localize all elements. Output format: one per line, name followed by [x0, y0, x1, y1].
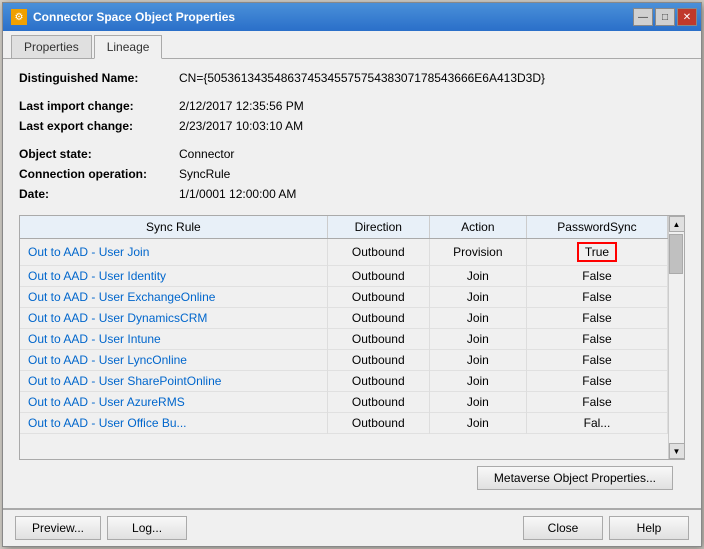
distinguished-name-row: Distinguished Name: CN={5053613435486374…: [19, 71, 685, 85]
col-header-password-sync: PasswordSync: [526, 216, 667, 239]
date-value: 1/1/0001 12:00:00 AM: [179, 187, 296, 201]
minimize-button[interactable]: —: [633, 8, 653, 26]
close-window-button[interactable]: ✕: [677, 8, 697, 26]
cell-password-sync: Fal...: [526, 413, 667, 434]
cell-direction: Outbound: [327, 287, 429, 308]
table-row[interactable]: Out to AAD - User IntuneOutboundJoinFals…: [20, 329, 668, 350]
table-row[interactable]: Out to AAD - User ExchangeOnlineOutbound…: [20, 287, 668, 308]
last-import-row: Last import change: 2/12/2017 12:35:56 P…: [19, 99, 685, 113]
date-label: Date:: [19, 187, 179, 201]
metaverse-button-section: Metaverse Object Properties...: [19, 460, 685, 496]
metaverse-object-properties-button[interactable]: Metaverse Object Properties...: [477, 466, 673, 490]
cell-direction: Outbound: [327, 371, 429, 392]
cell-password-sync: True: [526, 239, 667, 266]
last-import-value: 2/12/2017 12:35:56 PM: [179, 99, 304, 113]
main-window: ⚙ Connector Space Object Properties — □ …: [2, 2, 702, 547]
cell-sync-rule: Out to AAD - User Office Bu...: [20, 413, 327, 434]
last-export-value: 2/23/2017 10:03:10 AM: [179, 119, 303, 133]
cell-direction: Outbound: [327, 329, 429, 350]
connection-operation-value: SyncRule: [179, 167, 230, 181]
connection-operation-label: Connection operation:: [19, 167, 179, 181]
cell-direction: Outbound: [327, 239, 429, 266]
tab-properties[interactable]: Properties: [11, 35, 92, 58]
col-header-direction: Direction: [327, 216, 429, 239]
title-bar-left: ⚙ Connector Space Object Properties: [11, 9, 235, 25]
tab-lineage[interactable]: Lineage: [94, 35, 163, 59]
col-header-sync-rule: Sync Rule: [20, 216, 327, 239]
cell-password-sync: False: [526, 392, 667, 413]
cell-sync-rule: Out to AAD - User DynamicsCRM: [20, 308, 327, 329]
preview-button[interactable]: Preview...: [15, 516, 101, 540]
app-icon: ⚙: [11, 9, 27, 25]
cell-action: Provision: [429, 239, 526, 266]
object-state-row: Object state: Connector: [19, 147, 685, 161]
cell-direction: Outbound: [327, 308, 429, 329]
table-row[interactable]: Out to AAD - User LyncOnlineOutboundJoin…: [20, 350, 668, 371]
cell-action: Join: [429, 371, 526, 392]
footer-left-buttons: Preview... Log...: [15, 516, 187, 540]
cell-action: Join: [429, 329, 526, 350]
col-header-action: Action: [429, 216, 526, 239]
title-bar: ⚙ Connector Space Object Properties — □ …: [3, 3, 701, 31]
scroll-thumb[interactable]: [669, 234, 683, 274]
cell-action: Join: [429, 392, 526, 413]
title-bar-buttons: — □ ✕: [633, 8, 697, 26]
cell-password-sync: False: [526, 350, 667, 371]
cell-action: Join: [429, 350, 526, 371]
cell-direction: Outbound: [327, 350, 429, 371]
cell-password-sync: False: [526, 266, 667, 287]
object-state-value: Connector: [179, 147, 234, 161]
maximize-button[interactable]: □: [655, 8, 675, 26]
cell-action: Join: [429, 308, 526, 329]
scroll-down-button[interactable]: ▼: [669, 443, 685, 459]
sync-rules-table: Sync Rule Direction Action PasswordSync …: [20, 216, 668, 434]
table-row[interactable]: Out to AAD - User JoinOutboundProvisionT…: [20, 239, 668, 266]
cell-password-sync: False: [526, 287, 667, 308]
cell-password-sync: False: [526, 329, 667, 350]
date-row: Date: 1/1/0001 12:00:00 AM: [19, 187, 685, 201]
cell-action: Join: [429, 287, 526, 308]
table-row[interactable]: Out to AAD - User Office Bu...OutboundJo…: [20, 413, 668, 434]
scroll-thumb-area: [669, 232, 684, 443]
footer-right-buttons: Close Help: [523, 516, 689, 540]
scroll-up-button[interactable]: ▲: [669, 216, 685, 232]
cell-direction: Outbound: [327, 413, 429, 434]
close-button[interactable]: Close: [523, 516, 603, 540]
table-row[interactable]: Out to AAD - User AzureRMSOutboundJoinFa…: [20, 392, 668, 413]
cell-password-sync: False: [526, 308, 667, 329]
cell-password-sync: False: [526, 371, 667, 392]
cell-direction: Outbound: [327, 392, 429, 413]
help-button[interactable]: Help: [609, 516, 689, 540]
cell-sync-rule: Out to AAD - User AzureRMS: [20, 392, 327, 413]
table-scroll-area[interactable]: Sync Rule Direction Action PasswordSync …: [20, 216, 668, 459]
cell-sync-rule: Out to AAD - User SharePointOnline: [20, 371, 327, 392]
sync-rules-table-wrapper: Sync Rule Direction Action PasswordSync …: [19, 215, 685, 460]
last-import-label: Last import change:: [19, 99, 179, 113]
cell-action: Join: [429, 413, 526, 434]
cell-sync-rule: Out to AAD - User Join: [20, 239, 327, 266]
object-state-label: Object state:: [19, 147, 179, 161]
last-export-row: Last export change: 2/23/2017 10:03:10 A…: [19, 119, 685, 133]
table-row[interactable]: Out to AAD - User SharePointOnlineOutbou…: [20, 371, 668, 392]
last-export-label: Last export change:: [19, 119, 179, 133]
table-row[interactable]: Out to AAD - User IdentityOutboundJoinFa…: [20, 266, 668, 287]
cell-sync-rule: Out to AAD - User Intune: [20, 329, 327, 350]
scrollbar[interactable]: ▲ ▼: [668, 216, 684, 459]
distinguished-name-value: CN={505361343548637453455757543830717854…: [179, 71, 545, 85]
distinguished-name-label: Distinguished Name:: [19, 71, 179, 85]
log-button[interactable]: Log...: [107, 516, 187, 540]
cell-sync-rule: Out to AAD - User Identity: [20, 266, 327, 287]
content-area: Distinguished Name: CN={5053613435486374…: [3, 59, 701, 508]
window-title: Connector Space Object Properties: [33, 10, 235, 24]
tab-bar: Properties Lineage: [3, 31, 701, 59]
table-row[interactable]: Out to AAD - User DynamicsCRMOutboundJoi…: [20, 308, 668, 329]
cell-sync-rule: Out to AAD - User LyncOnline: [20, 350, 327, 371]
cell-sync-rule: Out to AAD - User ExchangeOnline: [20, 287, 327, 308]
cell-direction: Outbound: [327, 266, 429, 287]
cell-action: Join: [429, 266, 526, 287]
connection-operation-row: Connection operation: SyncRule: [19, 167, 685, 181]
footer-bar: Preview... Log... Close Help: [3, 508, 701, 546]
